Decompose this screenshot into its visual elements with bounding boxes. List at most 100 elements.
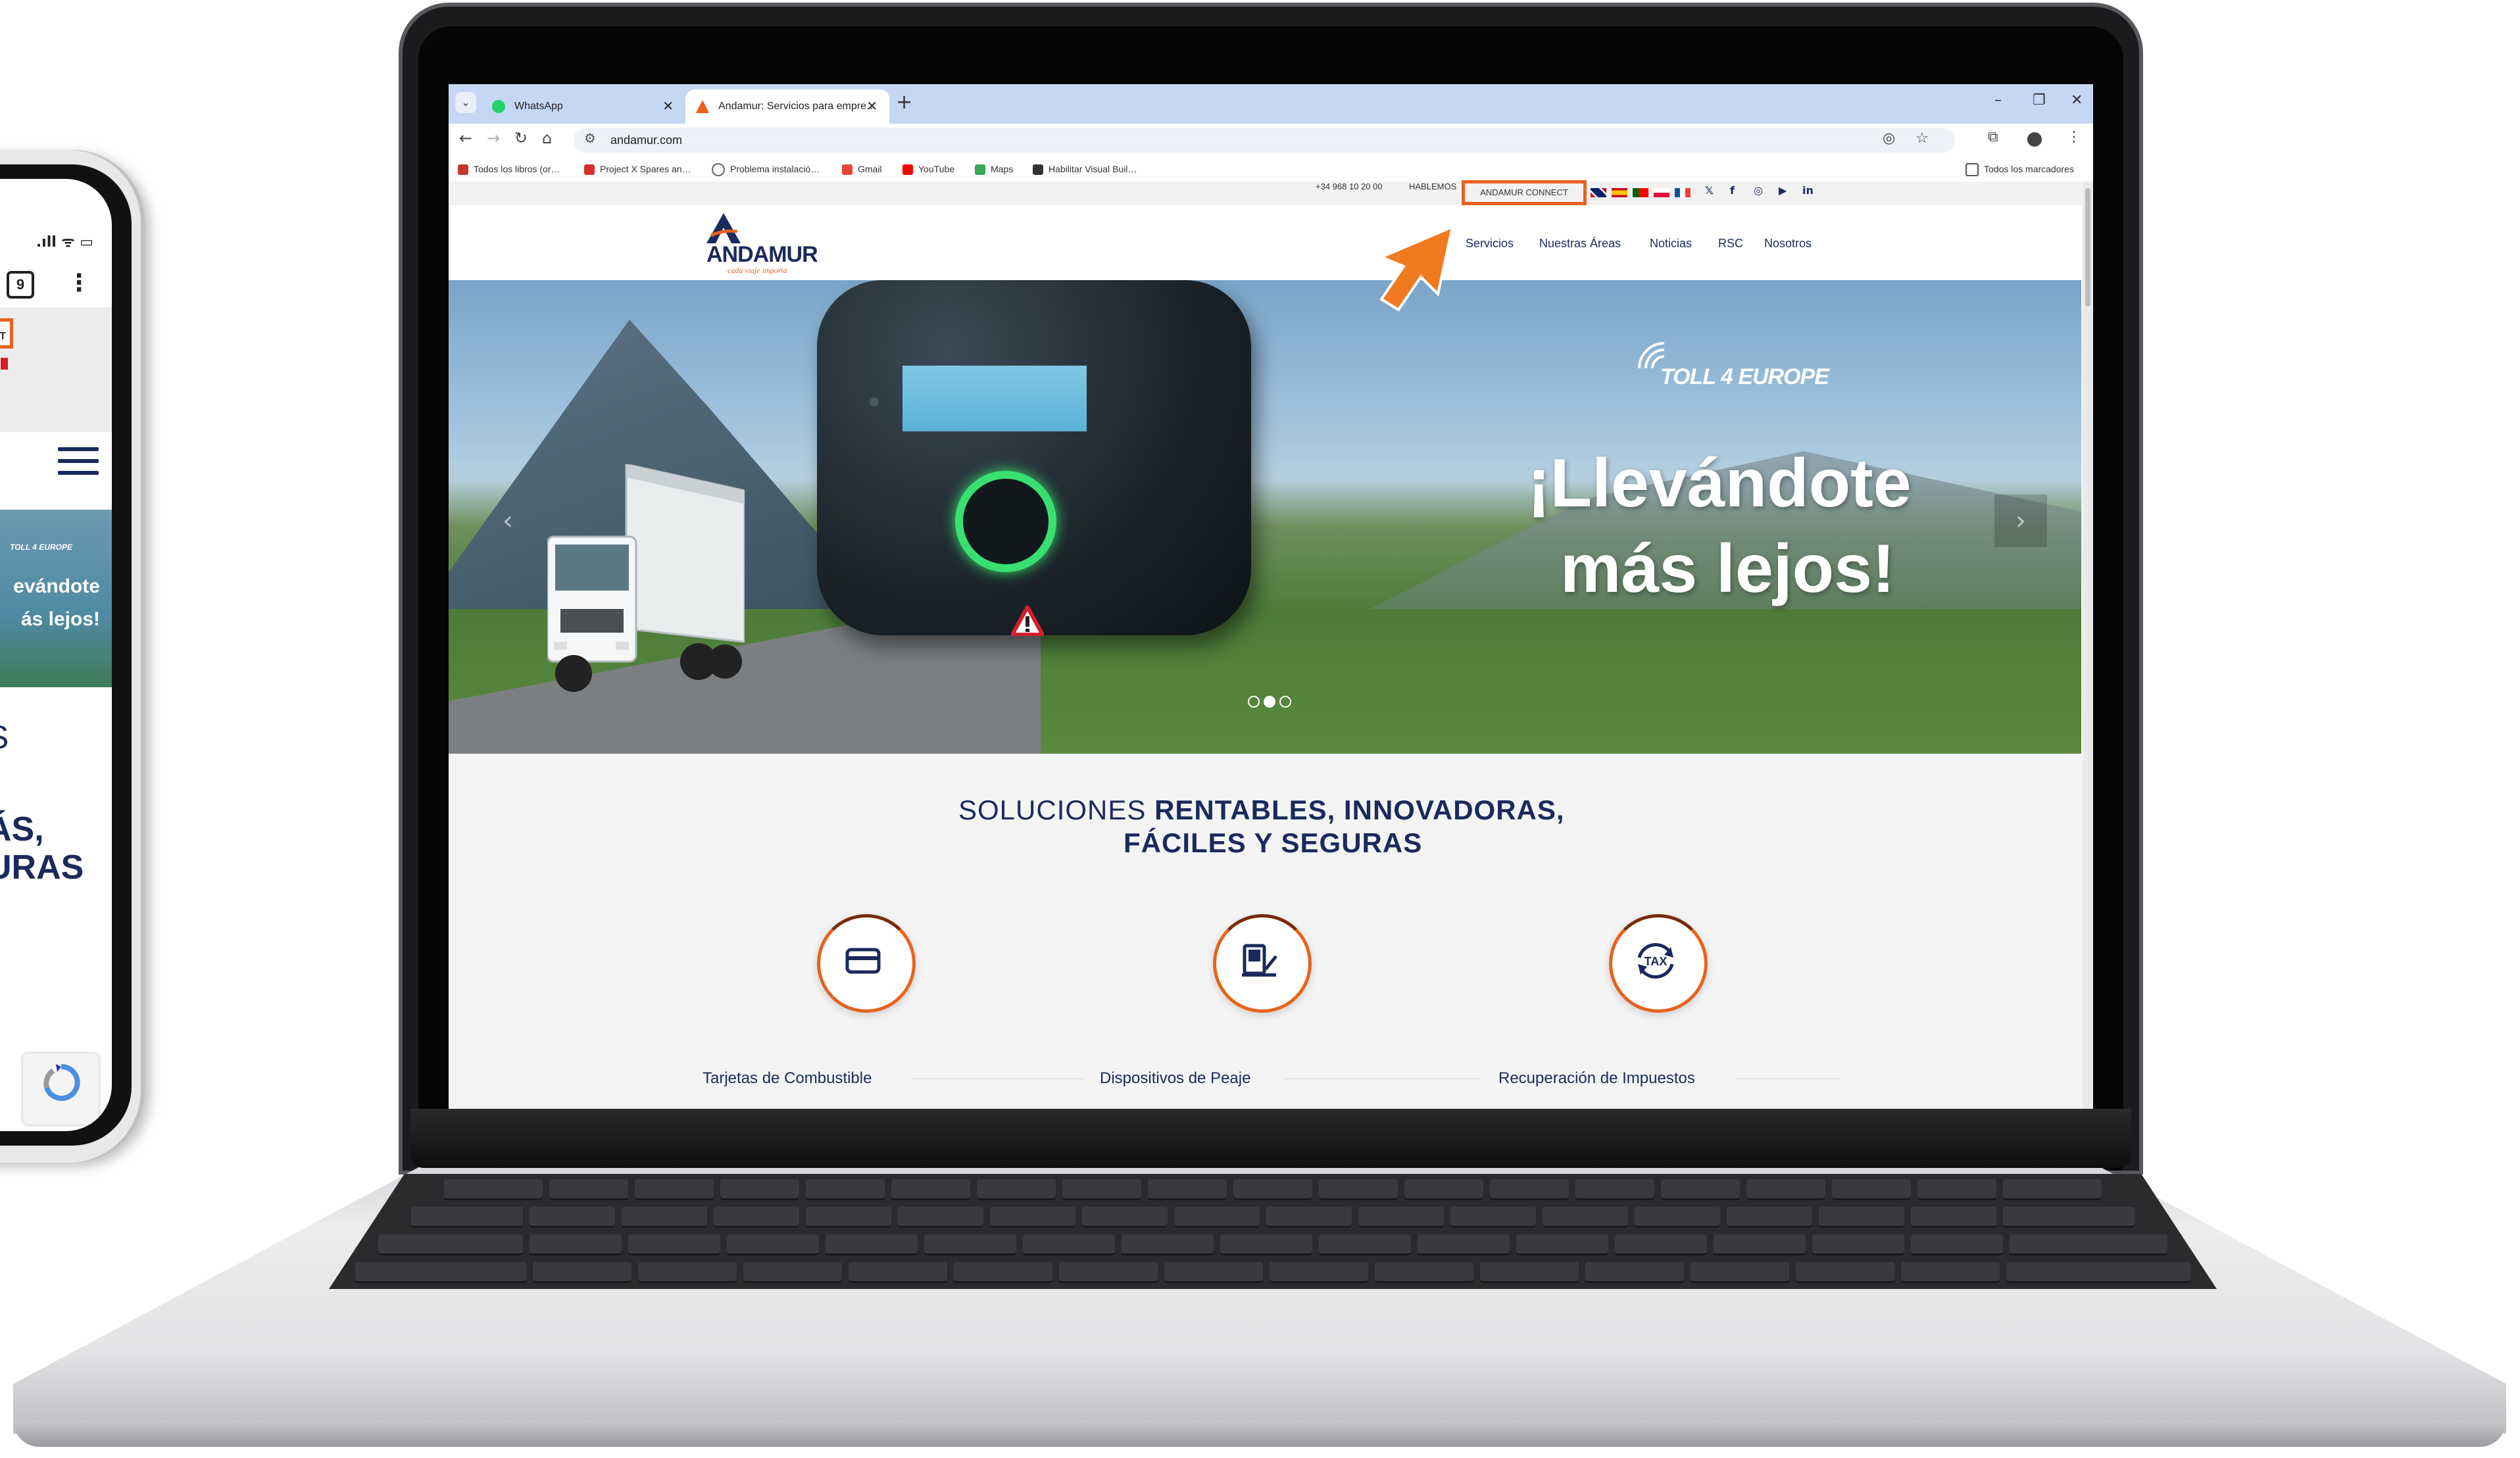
andamur-connect-link[interactable]: ANDAMUR CONNECT [1462, 180, 1587, 205]
bookmarks-bar: Todos los libros (or… Project X Spares a… [449, 157, 2093, 182]
flag-pt-icon[interactable] [1633, 188, 1648, 197]
close-window-button[interactable]: ✕ [2071, 92, 2083, 109]
flag-fr-icon[interactable] [1675, 188, 1691, 197]
phone-status-bar: .ıll ᯤ ▭ [36, 234, 93, 251]
site-header: ANDAMUR cada viaje importa Servicios Nue… [449, 205, 2093, 280]
carousel-prev-icon[interactable]: ‹ [482, 495, 534, 547]
phone-hamburger-icon[interactable] [58, 447, 99, 483]
nav-nosotros[interactable]: Nosotros [1764, 237, 1812, 251]
laptop-screen: ⌄ WhatsApp ✕ Andamur: Servicios para emp… [449, 84, 2093, 1109]
hablemos-link[interactable]: HABLEMOS [1409, 182, 1456, 191]
service-card-fuel[interactable] [817, 914, 916, 1013]
facebook-icon[interactable]: f [1730, 184, 1735, 197]
address-bar[interactable]: ⚙ andamur.com ◎ ☆ [574, 128, 1955, 153]
close-icon[interactable]: ✕ [662, 89, 674, 124]
hero-banner: TOLL 4 EUROPE ¡Llevándote más lejos! ‹ › [449, 280, 2081, 754]
andamur-logo-icon[interactable] [704, 213, 743, 243]
flag-pl-icon[interactable] [1654, 188, 1669, 197]
phone-flag-fr-icon[interactable] [0, 358, 8, 370]
device-display [902, 366, 1087, 431]
carousel-dot[interactable] [1279, 696, 1291, 708]
nav-rsc[interactable]: RSC [1718, 237, 1743, 251]
tab-search-icon[interactable]: ⌄ [455, 92, 476, 113]
recaptcha-badge[interactable] [23, 1054, 99, 1125]
laptop-hinge [410, 1109, 2131, 1168]
nav-servicios[interactable]: Servicios [1466, 237, 1514, 251]
phone-banner-line1: evándote [13, 575, 100, 597]
service-label-tax[interactable]: Recuperación de Impuestos [1498, 1069, 1695, 1088]
bookmark-item[interactable]: Habilitar Visual Buil… [1033, 157, 1137, 182]
device-led [870, 397, 879, 406]
instagram-icon[interactable]: ◎ [1754, 184, 1763, 197]
restore-button[interactable]: ❐ [2033, 92, 2046, 109]
solutions-heading-line2: FÁCILES Y SEGURAS [1124, 827, 1423, 858]
youtube-icon[interactable]: ▶ [1779, 184, 1787, 197]
toll4europe-brand: TOLL 4 EUROPE [1660, 364, 1829, 389]
bookmark-item[interactable]: Todos los libros (or… [458, 157, 560, 182]
page-scrollbar[interactable] [2083, 182, 2093, 1109]
new-tab-button[interactable]: + [896, 91, 912, 114]
linkedin-icon[interactable]: in [1802, 184, 1814, 197]
service-card-tax[interactable]: TAX [1609, 914, 1708, 1013]
phone-topbar [0, 307, 112, 432]
profile-avatar[interactable] [2027, 132, 2042, 147]
service-label-fuel[interactable]: Tarjetas de Combustible [703, 1069, 872, 1088]
minimize-button[interactable]: – [1994, 92, 2002, 109]
laptop-trackpad [803, 1305, 1752, 1419]
service-label-toll[interactable]: Dispositivos de Peaje [1100, 1069, 1250, 1088]
device-button-ring [955, 471, 1056, 572]
phone-hero-banner: TOLL 4 EUROPE evándote ás lejos! [0, 510, 112, 687]
hero-title-line2: más lejos! [1560, 531, 1895, 607]
chrome-menu-icon[interactable]: ⋮ [2067, 129, 2081, 145]
phone-number[interactable]: +34 968 10 20 00 [1316, 182, 1383, 191]
carousel-dot[interactable] [1264, 696, 1275, 708]
toll-device-icon [1242, 944, 1277, 977]
tax-icon: TAX [1637, 942, 1674, 979]
nav-noticias[interactable]: Noticias [1650, 237, 1692, 251]
bookmark-item[interactable]: Project X Spares an… [584, 157, 691, 182]
phone-heading-prefix: S [0, 718, 9, 756]
flag-es-icon[interactable] [1612, 188, 1627, 197]
language-flags [1591, 188, 1691, 197]
phone-tab-count-button[interactable]: 9 [7, 271, 34, 299]
bookmark-item[interactable]: Problema instalació… [712, 157, 820, 182]
tab-title: WhatsApp [514, 101, 563, 112]
all-bookmarks-folder[interactable]: Todos los marcadores [1965, 157, 2074, 182]
logo-slogan: cada viaje importa [728, 266, 787, 275]
carousel-dots [1248, 696, 1291, 708]
logo-text[interactable]: ANDAMUR [706, 242, 818, 268]
phone-menu-icon[interactable]: ⋮ [67, 270, 91, 297]
phone-screen: .ıll ᯤ ▭ 9 ⋮ T TOLL 4 EUROPE evándote ás… [0, 179, 112, 1131]
phone-connect-link[interactable]: T [0, 318, 13, 349]
url-text: andamur.com [610, 134, 683, 147]
reload-icon[interactable]: ↻ [514, 129, 528, 147]
tab-andamur[interactable]: Andamur: Servicios para empre… ✕ [685, 89, 889, 124]
whatsapp-icon [492, 100, 505, 113]
home-icon[interactable]: ⌂ [542, 129, 552, 147]
bookmark-maps[interactable]: Maps [975, 157, 1013, 182]
no-tracking-icon[interactable]: ◎ [1883, 130, 1895, 147]
carousel-dot[interactable] [1248, 696, 1260, 708]
pointer-arrow-icon [1377, 226, 1454, 311]
extensions-icon[interactable]: ⧉ [1988, 129, 1998, 145]
site-info-icon[interactable]: ⚙ [584, 130, 596, 146]
twitter-icon[interactable]: 𝕏 [1705, 184, 1714, 197]
back-icon[interactable]: ← [459, 129, 472, 147]
bookmark-star-icon[interactable]: ☆ [1915, 130, 1929, 147]
tab-title: Andamur: Servicios para empre… [718, 101, 877, 112]
bookmark-gmail[interactable]: Gmail [842, 157, 882, 182]
card-icon [845, 948, 881, 974]
hero-title-line1: ¡Llevándote [1527, 445, 1912, 522]
flag-en-icon[interactable] [1591, 188, 1606, 197]
phone-banner-line2: ás lejos! [20, 608, 100, 630]
carousel-next-icon[interactable]: › [1994, 495, 2047, 547]
service-card-toll[interactable] [1213, 914, 1312, 1013]
phone-banner-brand: TOLL 4 EUROPE [10, 543, 72, 552]
nav-nuestras-areas[interactable]: Nuestras Áreas [1539, 237, 1621, 251]
forward-icon[interactable]: → [487, 129, 500, 147]
laptop-deck-edge [13, 1421, 2506, 1447]
site-topbar: +34 968 10 20 00 HABLEMOS [449, 182, 2093, 205]
close-icon[interactable]: ✕ [866, 89, 877, 124]
tab-whatsapp[interactable]: WhatsApp ✕ [482, 89, 685, 124]
bookmark-youtube[interactable]: YouTube [902, 157, 954, 182]
